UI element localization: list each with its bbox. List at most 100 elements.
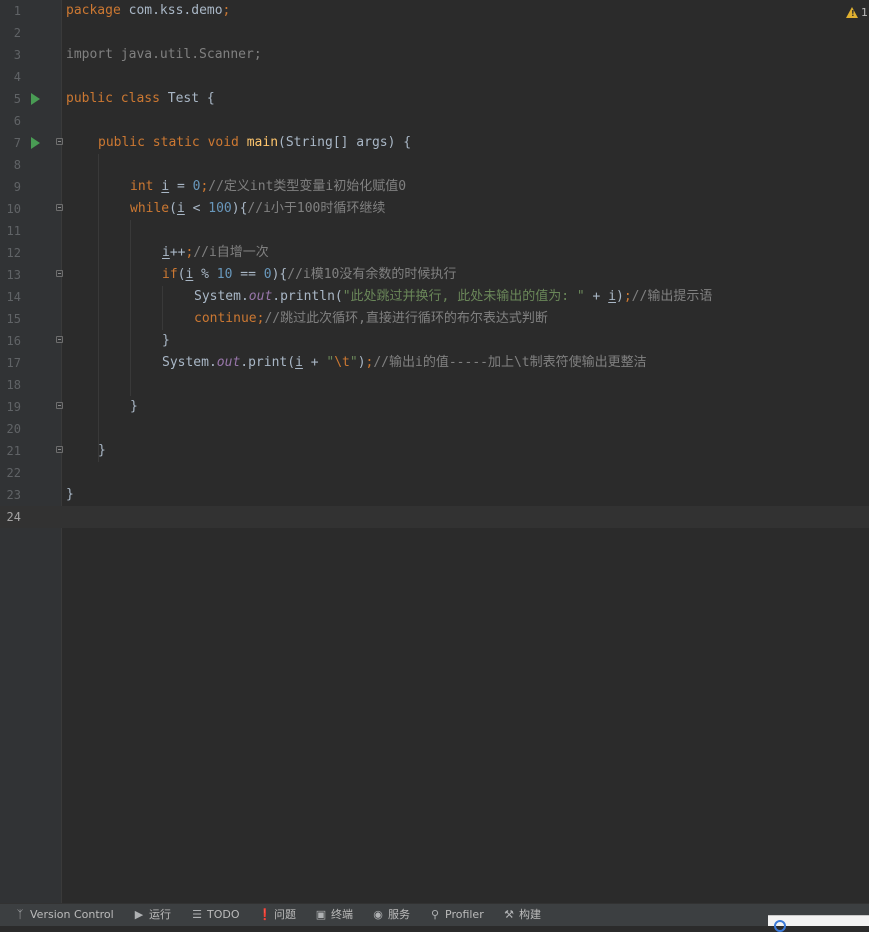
code-line[interactable]: 10 while(i < 100){//i小于100时循环继续 [0, 198, 869, 220]
line-number[interactable]: 19 [0, 396, 21, 418]
line-number[interactable]: 3 [0, 44, 21, 66]
code-line[interactable]: 8 [0, 154, 869, 176]
tool-label: 构建 [519, 908, 541, 921]
code-token: //i自增一次 [193, 245, 269, 260]
code-line[interactable]: 18 [0, 374, 869, 396]
tool-build[interactable]: ⚒ 构建 [503, 904, 541, 926]
services-icon: ◉ [373, 908, 383, 921]
code-text: public class Test { [66, 88, 215, 110]
tool-terminal[interactable]: ▣ 终端 [315, 904, 353, 926]
line-number[interactable]: 9 [0, 176, 21, 198]
code-token: \t [334, 355, 350, 370]
code-line[interactable]: 7 public static void main(String[] args) … [0, 132, 869, 154]
code-token: 100 [208, 201, 232, 216]
code-line[interactable]: 2 [0, 22, 869, 44]
code-text: import java.util.Scanner; [66, 44, 262, 66]
code-token: ; [222, 3, 231, 18]
line-number[interactable]: 24 [0, 506, 21, 528]
run-gutter-icon[interactable] [31, 137, 40, 149]
code-line[interactable]: 19} [0, 396, 869, 418]
fold-toggle-icon[interactable] [56, 270, 63, 277]
line-number[interactable]: 4 [0, 66, 21, 88]
line-number[interactable]: 10 [0, 198, 21, 220]
code-token: public static void [98, 135, 247, 150]
line-number[interactable]: 22 [0, 462, 21, 484]
code-line[interactable]: 17 System.out.print(i + "\t");//输出i的值----… [0, 352, 869, 374]
fold-toggle-icon[interactable] [56, 402, 63, 409]
code-line[interactable]: 21} [0, 440, 869, 462]
fold-toggle-icon[interactable] [56, 204, 63, 211]
branch-icon: ᛉ [16, 908, 24, 921]
tool-run[interactable]: ▶ 运行 [133, 904, 171, 926]
code-line[interactable]: 14 System.out.println("此处跳过并换行, 此处未输出的值为:… [0, 286, 869, 308]
tool-version-control[interactable]: ᛉ Version Control [14, 904, 114, 926]
code-line[interactable]: 5 public class Test { [0, 88, 869, 110]
code-token: .println( [272, 289, 343, 304]
tool-todo[interactable]: ☰ TODO [191, 904, 239, 926]
code-token: } [66, 487, 74, 502]
code-line[interactable]: 9 int i = 0;//定义int类型变量i初始化赋值0 [0, 176, 869, 198]
code-line[interactable]: 12 i++;//i自增一次 [0, 242, 869, 264]
code-token: i [161, 179, 170, 194]
notification-popup-edge [768, 915, 869, 932]
code-token: ) [357, 355, 366, 370]
code-line[interactable]: 13 if(i % 10 == 0){//i模10没有余数的时候执行 [0, 264, 869, 286]
line-number[interactable]: 5 [0, 88, 21, 110]
line-number[interactable]: 7 [0, 132, 21, 154]
line-number[interactable]: 8 [0, 154, 21, 176]
line-number[interactable]: 6 [0, 110, 21, 132]
tool-problems[interactable]: ❗ 问题 [258, 904, 296, 926]
code-token: < [184, 201, 209, 216]
code-line[interactable]: 22 [0, 462, 869, 484]
code-token: i [162, 245, 170, 260]
code-token: out [216, 355, 241, 370]
line-number[interactable]: 1 [0, 0, 21, 22]
code-line[interactable]: 20 [0, 418, 869, 440]
code-token: 0 [263, 267, 272, 282]
code-line[interactable]: 4 [0, 66, 869, 88]
code-token: out [248, 289, 273, 304]
code-token: package [66, 3, 129, 18]
code-token: ) [616, 289, 624, 304]
code-text: System.out.print(i + "\t");//输出i的值-----加… [162, 352, 647, 374]
code-token: + [584, 289, 609, 304]
list-icon: ☰ [192, 908, 202, 921]
code-token: % [193, 267, 217, 282]
warning-count: 1 [861, 6, 868, 19]
code-token: continue; [194, 311, 265, 326]
code-token: ( [169, 201, 177, 216]
code-line[interactable]: 11 [0, 220, 869, 242]
line-number[interactable]: 15 [0, 308, 21, 330]
code-line[interactable]: 6 [0, 110, 869, 132]
code-token: + [302, 355, 327, 370]
line-number[interactable]: 18 [0, 374, 21, 396]
code-line[interactable]: 15 continue;//跳过此次循环,直接进行循环的布尔表达式判断 [0, 308, 869, 330]
fold-toggle-icon[interactable] [56, 446, 63, 453]
tool-profiler[interactable]: ⚲ Profiler [429, 904, 484, 926]
run-icon: ▶ [134, 908, 144, 921]
line-number[interactable]: 11 [0, 220, 21, 242]
code-editor[interactable]: 1 package com.kss.demo; 2 3 import java.util… [0, 0, 869, 903]
code-text: } [98, 440, 106, 462]
code-line[interactable]: 1 package com.kss.demo; [0, 0, 869, 22]
fold-toggle-icon[interactable] [56, 336, 63, 343]
line-number[interactable]: 21 [0, 440, 21, 462]
code-token: = [169, 179, 193, 194]
code-line[interactable]: 24 [0, 506, 869, 528]
run-gutter-icon[interactable] [31, 93, 40, 105]
line-number[interactable]: 20 [0, 418, 21, 440]
line-number[interactable]: 14 [0, 286, 21, 308]
code-text: while(i < 100){//i小于100时循环继续 [130, 198, 385, 220]
code-line[interactable]: 23} [0, 484, 869, 506]
fold-toggle-icon[interactable] [56, 138, 63, 145]
line-number[interactable]: 17 [0, 352, 21, 374]
line-number[interactable]: 2 [0, 22, 21, 44]
line-number[interactable]: 13 [0, 264, 21, 286]
line-number[interactable]: 12 [0, 242, 21, 264]
code-line[interactable]: 16} [0, 330, 869, 352]
code-line[interactable]: 3 import java.util.Scanner; [0, 44, 869, 66]
line-number[interactable]: 16 [0, 330, 21, 352]
tool-services[interactable]: ◉ 服务 [372, 904, 410, 926]
tool-label: Profiler [445, 908, 484, 921]
line-number[interactable]: 23 [0, 484, 21, 506]
